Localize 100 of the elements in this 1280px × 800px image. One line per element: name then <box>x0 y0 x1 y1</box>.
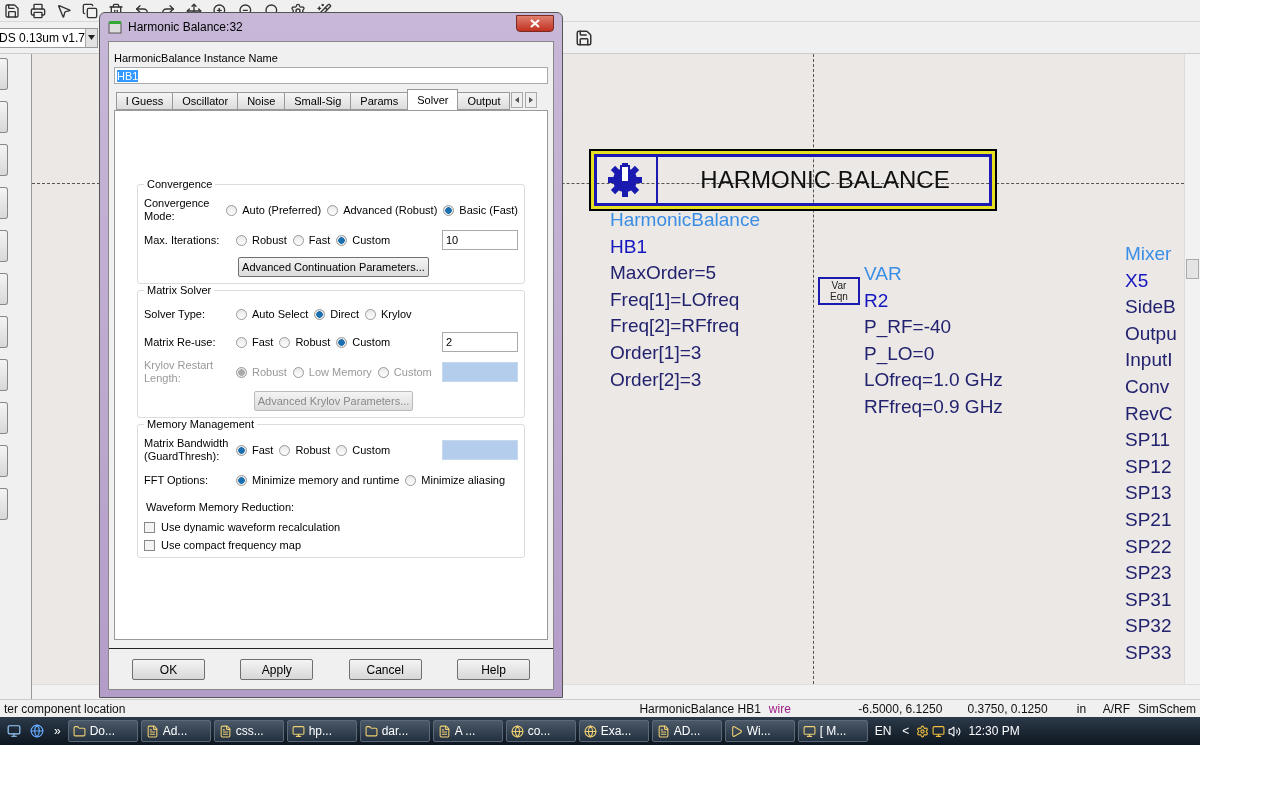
palette-button[interactable] <box>0 402 8 434</box>
radio-option[interactable]: Fast <box>236 336 274 348</box>
taskbar-button[interactable]: A ... <box>432 720 503 742</box>
tab-scroll-right[interactable] <box>525 92 538 108</box>
tab[interactable]: Oscillator <box>172 92 239 110</box>
var-eqn-symbol: Var Eqn <box>818 277 860 305</box>
tab[interactable]: Noise <box>237 92 286 110</box>
component-parameter: X5 <box>1125 268 1150 293</box>
monitor-icon <box>291 724 305 738</box>
palette-button[interactable] <box>0 273 8 305</box>
status-selection: HarmonicBalance HB1 <box>638 701 762 716</box>
field-label: Convergence Mode: <box>144 197 211 223</box>
tab-scroll-left[interactable] <box>511 92 524 108</box>
palette-button[interactable] <box>0 58 8 90</box>
document-icon <box>656 724 670 738</box>
radio-option[interactable]: Robust <box>279 336 331 348</box>
dialog-button[interactable]: Cancel <box>348 659 422 680</box>
window-icon <box>108 20 122 34</box>
checkbox-option[interactable]: Use compact frequency map <box>144 539 518 551</box>
radio-option[interactable]: Basic (Fast) <box>443 204 518 216</box>
gear-icon[interactable] <box>916 724 930 738</box>
document-icon <box>145 724 159 738</box>
component-parameter: InputI <box>1125 348 1174 373</box>
close-button[interactable] <box>516 14 554 32</box>
radio-option[interactable]: Auto (Preferred) <box>226 204 322 216</box>
folder-icon <box>72 724 86 738</box>
component-parameter: SideB <box>1125 295 1177 320</box>
monitor-icon[interactable] <box>932 724 946 738</box>
component-parameter: P_RF=-40 <box>864 315 953 340</box>
status-app: SimSchem <box>1137 701 1197 716</box>
taskbar-button[interactable]: Ad... <box>140 720 211 742</box>
taskbar-button[interactable]: Wi... <box>724 720 795 742</box>
dialog-button[interactable]: Apply <box>240 659 314 680</box>
palette-button[interactable] <box>0 488 8 520</box>
taskbar-button[interactable]: Do... <box>67 720 138 742</box>
tab[interactable]: Small-Sig <box>284 92 352 110</box>
component-parameter: SP12 <box>1125 454 1173 479</box>
checkbox-option[interactable]: Use dynamic waveform recalculation <box>144 521 518 533</box>
volume-icon[interactable] <box>948 724 962 738</box>
radio-option[interactable]: Custom <box>336 444 391 456</box>
radio-option[interactable]: Direct <box>314 308 359 320</box>
tab[interactable]: Output <box>457 92 511 110</box>
field-label: HarmonicBalance Instance Name <box>114 52 279 64</box>
taskbar-button[interactable]: dar... <box>359 720 430 742</box>
component-parameter: Order[1]=3 <box>610 340 703 365</box>
radio-option[interactable]: Fast <box>236 444 274 456</box>
right-arrow-icon <box>529 97 534 103</box>
taskbar-button[interactable]: css... <box>213 720 284 742</box>
tray-toggle[interactable]: < <box>898 724 914 738</box>
input-field[interactable]: 2 <box>442 332 518 352</box>
status-prompt: ter component location <box>3 701 127 716</box>
taskbar-button[interactable]: hp... <box>286 720 357 742</box>
radio-option[interactable]: Minimize memory and runtime <box>236 474 400 486</box>
tab[interactable]: l Guess <box>116 92 174 110</box>
taskbar-button[interactable]: co... <box>505 720 576 742</box>
globe-icon <box>510 724 524 738</box>
palette-button[interactable] <box>0 187 8 219</box>
component-parameter: SP11 <box>1125 428 1172 453</box>
tab[interactable]: Params <box>350 92 409 110</box>
parameters-button[interactable]: Advanced Continuation Parameters... <box>238 257 429 277</box>
process-combo[interactable]: DS 0.13um v1.7 <box>0 27 98 48</box>
radio-option[interactable]: Custom <box>336 234 391 246</box>
taskbar-button[interactable]: [ M... <box>797 720 868 742</box>
radio-option[interactable]: Custom <box>336 336 391 348</box>
monitor-icon <box>802 724 816 738</box>
component-parameter: Mixer <box>1125 242 1173 266</box>
radio-option[interactable]: Robust <box>279 444 331 456</box>
status-layer: wire <box>767 701 792 716</box>
palette-button[interactable] <box>0 101 8 133</box>
group-title: Memory Management <box>144 418 257 430</box>
component-parameter: R2 <box>864 288 890 313</box>
radio-option[interactable]: Fast <box>292 234 331 246</box>
component-parameter: HB1 <box>610 234 648 259</box>
field-label: Krylov Restart Length: <box>144 359 215 385</box>
field-label: FFT Options: <box>144 473 209 487</box>
palette-button[interactable] <box>0 445 8 477</box>
palette-button[interactable] <box>0 144 8 176</box>
palette-button[interactable] <box>0 316 8 348</box>
close-icon <box>530 18 540 28</box>
palette-button[interactable] <box>0 230 8 262</box>
radio-option[interactable]: Robust <box>236 234 287 246</box>
component-parameter: LOfreq=1.0 GHz <box>864 368 1003 393</box>
taskbar-button[interactable]: AD... <box>651 720 722 742</box>
language-indicator[interactable]: EN <box>870 724 896 738</box>
radio-option[interactable]: Advanced (Robust) <box>327 204 438 216</box>
tab[interactable]: Solver <box>407 89 459 110</box>
radio-option[interactable]: Krylov <box>365 308 412 320</box>
radio-option[interactable]: Minimize aliasing <box>405 474 506 486</box>
component-parameter: SP22 <box>1125 534 1173 559</box>
more-button[interactable]: » <box>50 724 65 738</box>
document-icon <box>218 724 232 738</box>
document-icon <box>437 724 451 738</box>
taskbar-button[interactable]: Exa... <box>578 720 649 742</box>
status-units: in <box>1075 701 1088 716</box>
palette-button[interactable] <box>0 359 8 391</box>
clock: 12:30 PM <box>967 724 1021 738</box>
dialog-button[interactable]: OK <box>132 659 205 680</box>
input-field[interactable]: 10 <box>442 230 518 250</box>
dialog-button[interactable]: Help <box>457 659 530 680</box>
radio-option[interactable]: Auto Select <box>236 308 309 320</box>
